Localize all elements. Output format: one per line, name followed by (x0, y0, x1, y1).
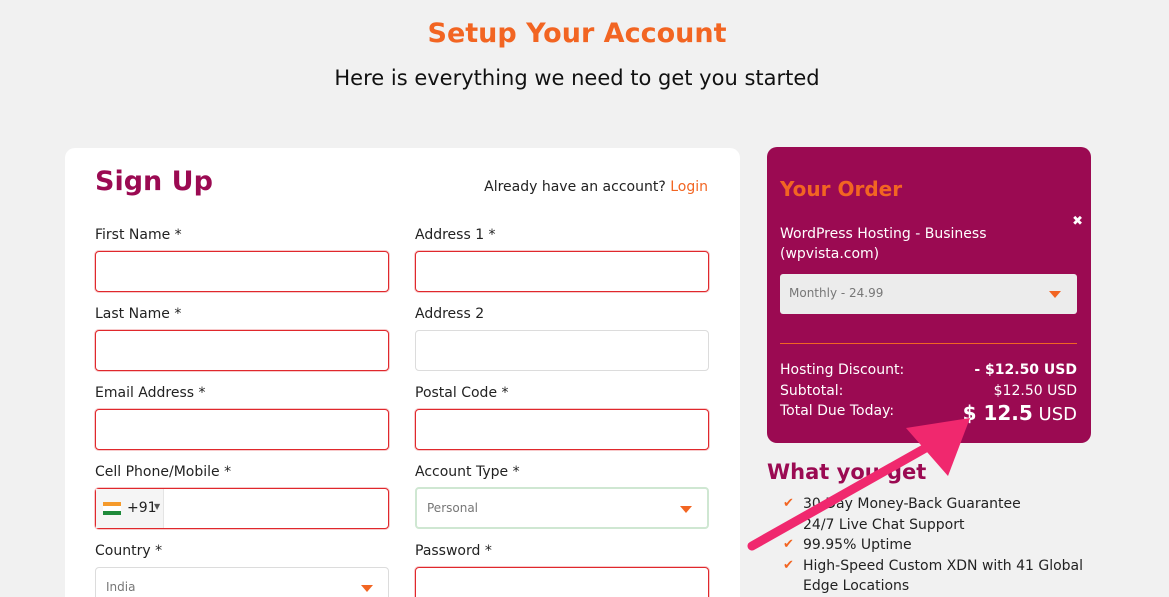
billing-cycle-value: Monthly - 24.99 (789, 286, 884, 300)
password-input[interactable] (416, 568, 708, 597)
already-text: Already have an account? (484, 179, 666, 195)
total-currency: USD (1038, 404, 1077, 425)
check-icon: ✔ (783, 557, 794, 573)
phone-field[interactable]: +91 ▼ (95, 488, 389, 529)
address2-field[interactable] (415, 330, 709, 371)
list-item: ✔ 24/7 Live Chat Support (783, 515, 1103, 536)
billing-cycle-select[interactable]: Monthly - 24.99 (780, 274, 1077, 314)
discount-label: Hosting Discount: (780, 362, 905, 378)
feature-text: High-Speed Custom XDN with 41 Global Edg… (803, 557, 1084, 595)
feature-text: 30 Day Money-Back Guarantee (803, 496, 1021, 512)
close-icon[interactable]: ✖ (1072, 214, 1083, 229)
discount-row: Hosting Discount: - $12.50 USD (780, 362, 1077, 378)
account-type-select[interactable]: Personal (415, 487, 709, 529)
dropdown-caret-icon (1049, 291, 1061, 298)
last-name-input[interactable] (96, 331, 388, 370)
signup-title: Sign Up (95, 166, 213, 197)
chevron-down-icon: ▼ (154, 502, 161, 511)
password-field[interactable] (415, 567, 709, 597)
subtotal-label: Subtotal: (780, 383, 844, 399)
feature-list: ✔ 30 Day Money-Back Guarantee ✔ 24/7 Live … (783, 494, 1103, 597)
address1-label: Address 1 * (415, 227, 496, 243)
list-item: ✔ High-Speed Custom XDN with 41 Global Ed… (783, 556, 1103, 597)
total-due: $ 12.5 USD (963, 401, 1077, 425)
page-subtitle: Here is everything we need to get you st… (334, 66, 820, 90)
check-icon: ✔ (783, 537, 794, 552)
address1-field[interactable] (415, 251, 709, 292)
country-value: India (106, 580, 136, 594)
address2-input[interactable] (416, 331, 708, 370)
address2-label: Address 2 (415, 306, 485, 322)
login-link[interactable]: Login (670, 179, 708, 195)
discount-value: - $12.50 USD (974, 362, 1077, 378)
already-have-account: Already have an account? Login (484, 179, 708, 195)
country-label: Country * (95, 543, 163, 559)
what-you-get-title: What you get (767, 460, 927, 484)
password-label: Password * (415, 543, 492, 559)
postal-code-field[interactable] (415, 409, 709, 450)
total-amount: $ 12.5 (962, 401, 1033, 425)
first-name-input[interactable] (96, 252, 388, 291)
india-flag-icon (103, 502, 121, 515)
country-code-dropdown[interactable]: +91 ▼ (96, 489, 164, 528)
feature-text: 99.95% Uptime (803, 537, 912, 553)
first-name-field[interactable] (95, 251, 389, 292)
order-product-name: WordPress Hosting - Business (wpvista.co… (780, 226, 987, 262)
list-item: ✔ 30 Day Money-Back Guarantee (783, 494, 1103, 515)
email-input[interactable] (96, 410, 388, 449)
signup-card: Sign Up Already have an account? Login F… (65, 148, 740, 597)
email-field[interactable] (95, 409, 389, 450)
account-type-label: Account Type * (415, 464, 520, 480)
first-name-label: First Name * (95, 227, 182, 243)
dropdown-caret-icon (680, 506, 692, 513)
country-select[interactable]: India (95, 567, 389, 597)
order-summary-panel: Your Order ✖ WordPress Hosting - Busines… (767, 147, 1091, 443)
email-label: Email Address * (95, 385, 206, 401)
list-item: ✔ 99.95% Uptime (783, 535, 1103, 556)
check-icon: ✔ (783, 496, 794, 511)
divider (780, 343, 1077, 344)
last-name-field[interactable] (95, 330, 389, 371)
page-title: Setup Your Account (427, 18, 727, 49)
total-label: Total Due Today: (780, 403, 895, 419)
account-type-value: Personal (427, 501, 479, 515)
check-icon: ✔ (783, 516, 794, 532)
country-code: +91 (127, 500, 157, 516)
feature-text: 24/7 Live Chat Support (803, 516, 965, 533)
phone-label: Cell Phone/Mobile * (95, 464, 232, 480)
order-title: Your Order (780, 177, 903, 201)
phone-input[interactable] (166, 489, 386, 528)
address1-input[interactable] (416, 252, 708, 291)
last-name-label: Last Name * (95, 306, 182, 322)
subtotal-value: $12.50 USD (993, 383, 1077, 399)
subtotal-row: Subtotal: $12.50 USD (780, 383, 1077, 399)
postal-code-label: Postal Code * (415, 385, 509, 401)
postal-code-input[interactable] (416, 410, 708, 449)
dropdown-caret-icon (361, 585, 373, 592)
